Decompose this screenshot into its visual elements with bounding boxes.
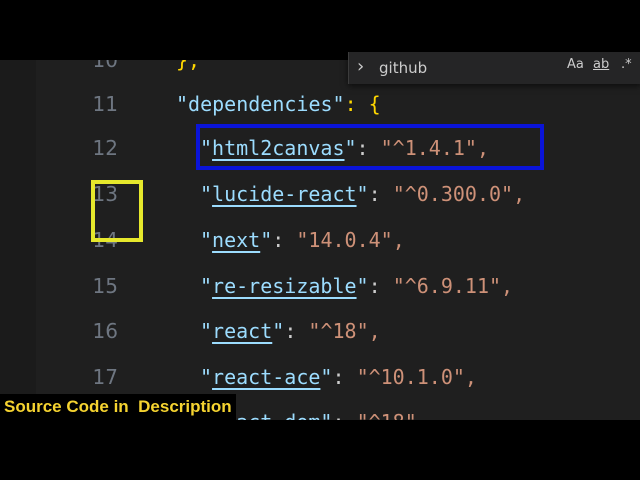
code-line[interactable]: 16 "react": "^18", <box>0 309 640 353</box>
json-key-link[interactable]: react-ace <box>212 365 320 389</box>
json-value: "^18", <box>308 319 381 343</box>
json-value: "^0.300.0", <box>392 182 526 206</box>
chevron-right-icon[interactable]: › <box>357 56 364 77</box>
match-case-icon[interactable]: Aa <box>567 57 584 72</box>
find-input[interactable] <box>377 54 581 82</box>
line-number: 10 <box>92 60 118 72</box>
json-value: "^10.1.0", <box>356 365 477 389</box>
regex-icon[interactable]: .* <box>621 57 632 72</box>
json-key-link[interactable]: next <box>212 228 260 252</box>
json-key-link[interactable]: re-resizable <box>212 274 357 298</box>
line-number: 17 <box>92 365 118 389</box>
find-widget[interactable]: › Aa ab .* <box>348 52 640 84</box>
code-punct: : { <box>344 92 381 116</box>
code-text: }, <box>176 60 201 72</box>
highlight-box-blue <box>196 124 544 170</box>
line-number: 12 <box>92 136 118 160</box>
video-caption: Source Code in Description <box>0 394 236 420</box>
code-line[interactable]: 11 "dependencies": { <box>0 82 640 126</box>
json-value: "^6.9.11", <box>392 274 514 298</box>
match-whole-word-icon[interactable]: ab <box>593 57 609 72</box>
highlight-box-yellow <box>91 180 143 242</box>
json-key-link[interactable]: react <box>212 319 272 343</box>
line-number: 16 <box>92 319 118 343</box>
code-line[interactable]: 15 "re-resizable": "^6.9.11", <box>0 264 640 308</box>
json-key-link[interactable]: lucide-react <box>212 182 357 206</box>
line-number: 11 <box>92 92 118 116</box>
line-number: 15 <box>92 274 118 298</box>
json-value: "^18" <box>357 410 417 420</box>
json-key: dependencies <box>188 92 333 116</box>
json-value: "14.0.4", <box>296 228 405 252</box>
code-line[interactable]: 17 "react-ace": "^10.1.0", <box>0 355 640 399</box>
